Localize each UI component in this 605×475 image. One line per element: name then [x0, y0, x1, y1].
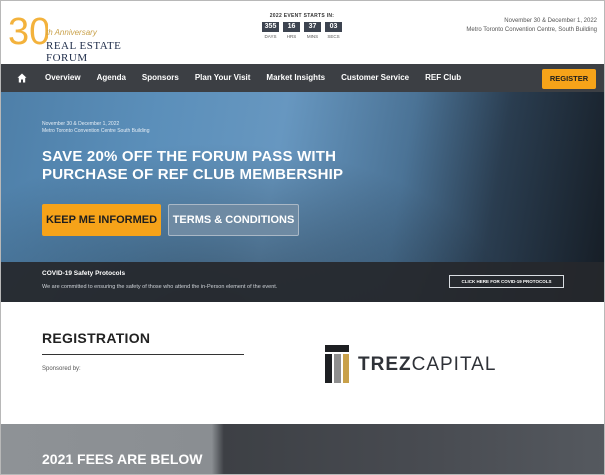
countdown-value: 355 [262, 22, 279, 32]
hero-title: SAVE 20% OFF THE FORUM PASS WITH PURCHAS… [42, 148, 344, 183]
nav-items: Overview Agenda Sponsors Plan Your Visit… [45, 64, 477, 92]
nav-item-plan-your-visit[interactable]: Plan Your Visit [195, 64, 251, 92]
sponsor-name-bold: TREZ [358, 354, 412, 375]
countdown-value: 03 [325, 22, 342, 32]
countdown-days: 355 DAYS [262, 22, 279, 39]
countdown-title: 2022 EVENT STARTS IN: [269, 13, 335, 19]
countdown-hours: 16 HRS [283, 22, 300, 39]
event-info: November 30 & December 1, 2022 Metro Tor… [466, 17, 597, 35]
hero-banner: November 30 & December 1, 2022 Metro Tor… [0, 92, 605, 302]
covid-notice: COVID-19 Safety Protocols We are committ… [0, 262, 605, 302]
registration-title: REGISTRATION [42, 330, 151, 346]
terms-conditions-button[interactable]: TERMS & CONDITIONS [168, 204, 299, 236]
covid-protocols-button[interactable]: CLICK HERE FOR COVID-19 PROTOCOLS [449, 275, 564, 288]
nav-item-overview[interactable]: Overview [45, 64, 81, 92]
nav-item-customer-service[interactable]: Customer Service [341, 64, 409, 92]
countdown-value: 16 [283, 22, 300, 32]
countdown-unit: MINS [306, 34, 319, 39]
hero-venue: Metro Toronto Convention Centre South Bu… [42, 128, 150, 134]
fees-section: 2021 FEES ARE BELOW [0, 424, 605, 475]
logo-title: REAL ESTATE FORUM [46, 40, 122, 64]
countdown-seconds: 03 SECS [325, 22, 342, 39]
nav-item-ref-club[interactable]: REF Club [425, 64, 461, 92]
main-nav: Overview Agenda Sponsors Plan Your Visit… [0, 64, 605, 92]
hero-date: November 30 & December 1, 2022 [42, 121, 120, 127]
hero-event-details: November 30 & December 1, 2022 Metro Tor… [42, 121, 149, 135]
event-venue: Metro Toronto Convention Centre, South B… [466, 27, 597, 33]
countdown-unit: DAYS [264, 34, 277, 39]
countdown-minutes: 37 MINS [304, 22, 321, 39]
forum-logo[interactable]: 30 th Anniversary REAL ESTATE FORUM [8, 10, 158, 64]
thirty-logo-mark: 30 [8, 11, 48, 53]
covid-text: We are committed to ensuring the safety … [42, 284, 278, 290]
countdown-unit: SECS [327, 34, 340, 39]
logo-number: 30 [8, 11, 48, 53]
countdown-value: 37 [304, 22, 321, 32]
site-header: 30 th Anniversary REAL ESTATE FORUM 2022… [0, 0, 605, 64]
nav-item-market-insights[interactable]: Market Insights [266, 64, 325, 92]
fees-title: 2021 FEES ARE BELOW [42, 451, 203, 467]
trez-logo-mark [325, 345, 349, 383]
sponsored-label: Sponsored by: [42, 366, 81, 372]
nav-item-sponsors[interactable]: Sponsors [142, 64, 179, 92]
covid-title: COVID-19 Safety Protocols [42, 270, 126, 277]
event-dates: November 30 & December 1, 2022 [504, 18, 597, 24]
nav-item-agenda[interactable]: Agenda [97, 64, 126, 92]
sponsor-name: TREZCAPITAL [358, 354, 496, 376]
sponsor-logo[interactable]: TREZCAPITAL [325, 345, 505, 385]
keep-me-informed-button[interactable]: KEEP ME INFORMED [42, 204, 161, 236]
countdown-unit: HRS [286, 34, 297, 39]
divider [42, 354, 244, 355]
register-button[interactable]: REGISTER [542, 69, 596, 89]
logo-subtitle: th Anniversary [46, 28, 97, 37]
sponsor-name-light: CAPITAL [411, 354, 497, 375]
event-countdown: 2022 EVENT STARTS IN: 355 DAYS 16 HRS 37… [252, 13, 352, 39]
registration-section: REGISTRATION Sponsored by: TREZCAPITAL [0, 302, 605, 424]
home-icon[interactable] [17, 73, 27, 83]
